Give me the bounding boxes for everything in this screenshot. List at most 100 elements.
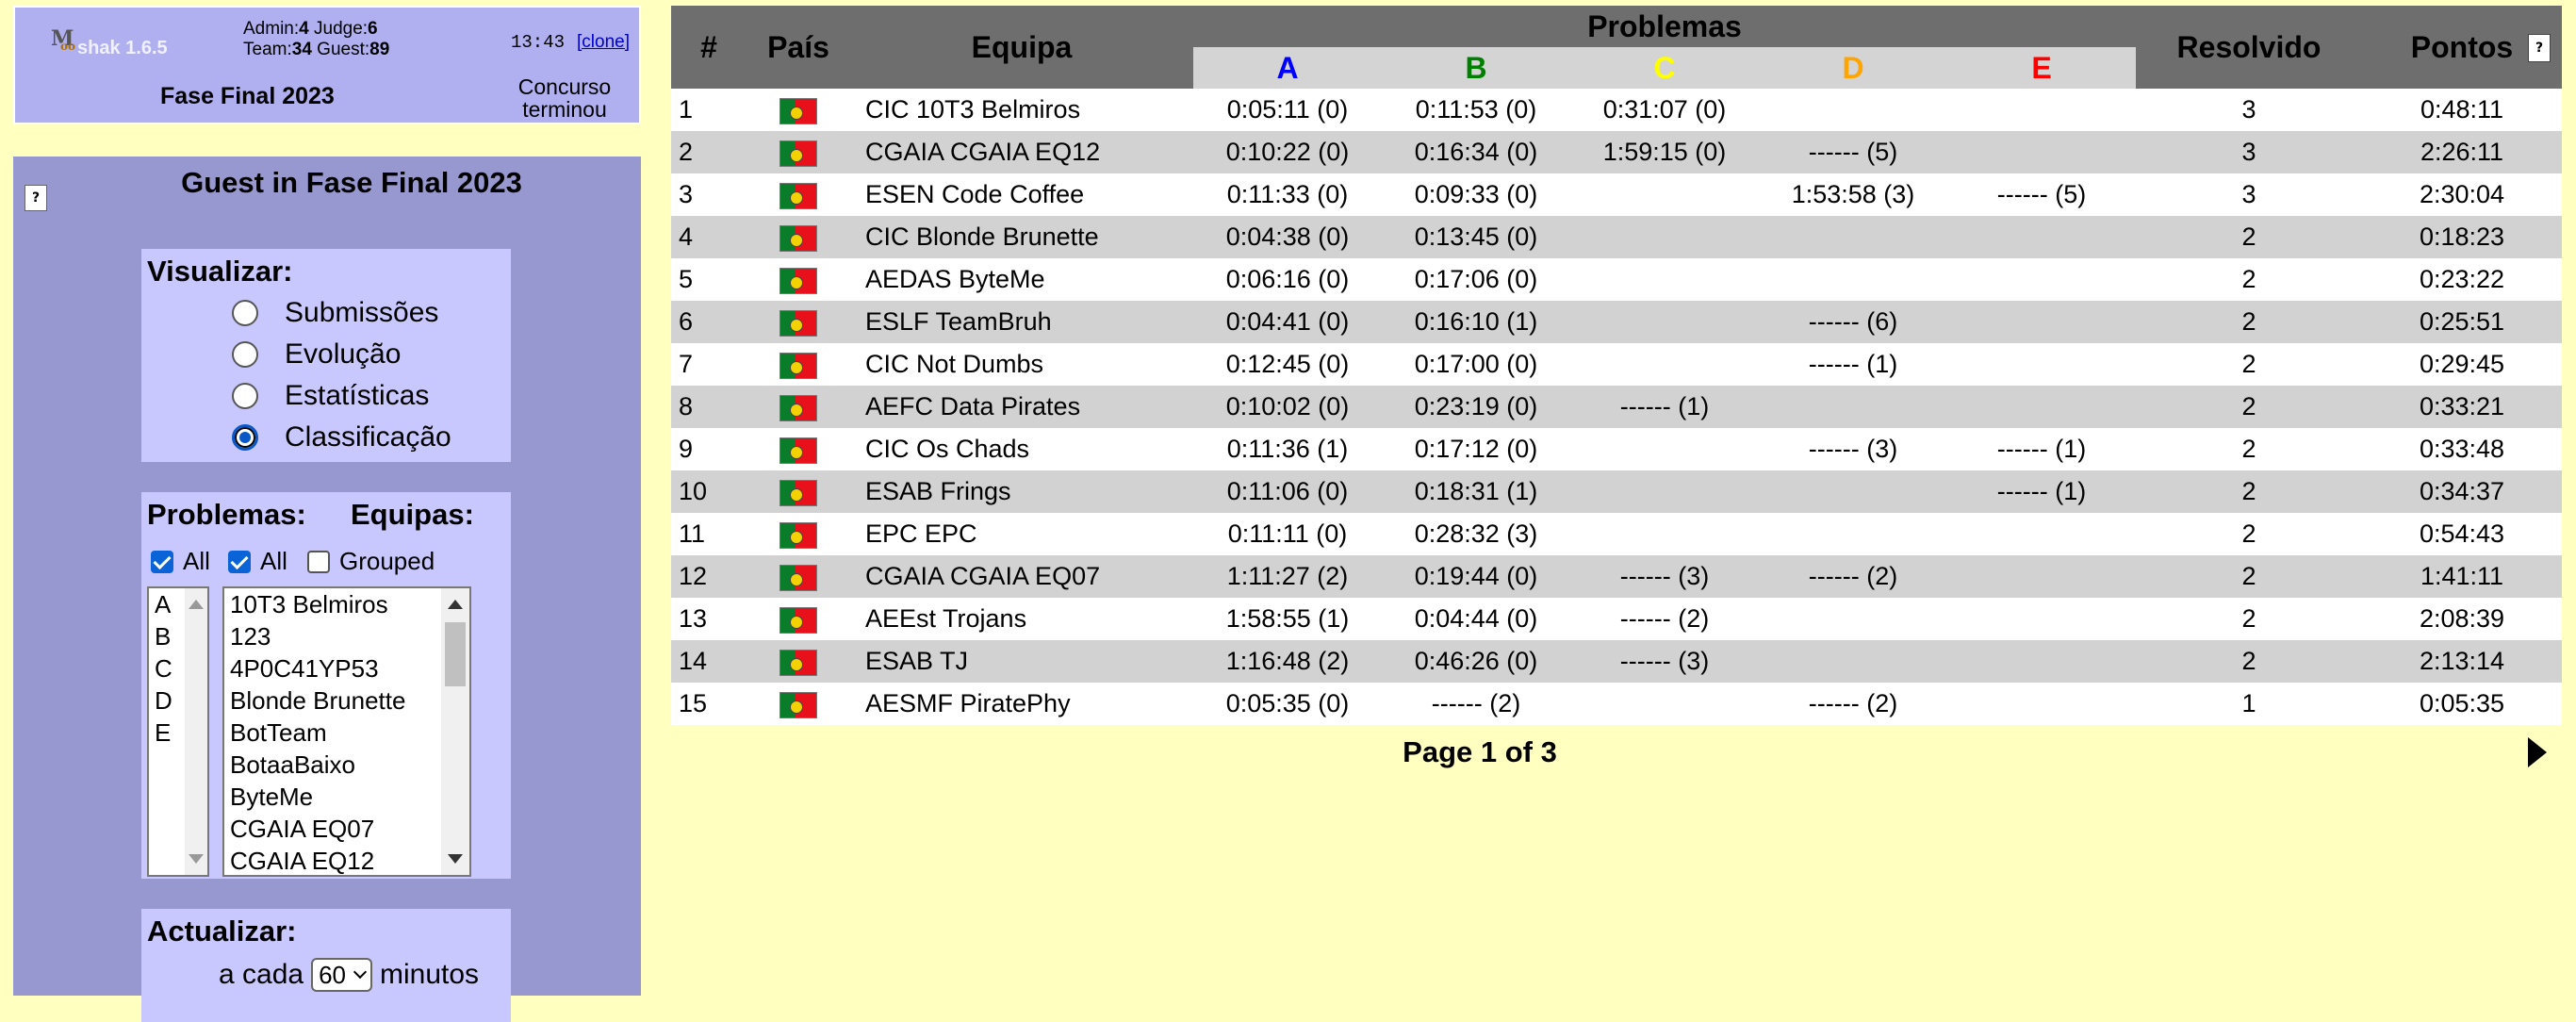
table-row: 7 CIC Not Dumbs 0:12:45 (0) 0:17:00 (0) ----… (671, 343, 2562, 386)
list-item[interactable]: 10T3 Belmiros (230, 588, 469, 620)
problem-b-cell: 0:16:10 (1) (1382, 301, 1570, 343)
team-cell: ESEN Code Coffee (850, 173, 1193, 216)
problems-filter-title: Problemas: (147, 498, 306, 531)
solved-cell: 2 (2136, 555, 2362, 598)
radio-icon[interactable] (232, 383, 258, 409)
portugal-flag-icon (779, 140, 817, 167)
problem-c-cell (1570, 470, 1759, 513)
mooshak-logo: Moo shak 1.6.5 (36, 21, 224, 58)
scoreboard-table: # País Equipa Problemas Resolvido Pontos… (671, 6, 2562, 725)
points-cell: 0:33:48 (2362, 428, 2562, 470)
scrollbar[interactable] (185, 588, 207, 875)
country-cell (747, 258, 850, 301)
view-option-classificacao[interactable]: Classificação (232, 419, 451, 456)
scrollbar[interactable] (441, 588, 469, 875)
list-item[interactable]: CGAIA EQ12 (230, 845, 469, 875)
team-count: 34 (291, 40, 312, 59)
scroll-down-icon[interactable] (448, 854, 463, 864)
country-cell (747, 386, 850, 428)
app-version: shak 1.6.5 (77, 38, 168, 58)
refresh-suffix: minutos (380, 959, 480, 990)
problem-a-cell: 0:04:38 (0) (1193, 216, 1382, 258)
problem-d-cell: 1:53:58 (3) (1759, 173, 1947, 216)
problem-b-cell: 0:19:44 (0) (1382, 555, 1570, 598)
problem-b-cell: 0:28:32 (3) (1382, 513, 1570, 555)
team-cell: ESAB Frings (850, 470, 1193, 513)
next-page-icon[interactable] (2528, 737, 2547, 767)
problem-b-cell: 0:11:53 (0) (1382, 89, 1570, 131)
teams-filter-title: Equipas: (351, 498, 474, 531)
portugal-flag-icon (779, 649, 817, 676)
refresh-title: Actualizar: (147, 915, 297, 948)
checkbox-checked-icon[interactable] (151, 550, 173, 573)
problems-all-checkbox[interactable]: All (151, 547, 210, 576)
list-item[interactable]: BotaaBaixo (230, 749, 469, 781)
points-cell: 0:23:22 (2362, 258, 2562, 301)
problem-c-cell (1570, 343, 1759, 386)
problem-c-cell (1570, 428, 1759, 470)
problem-e-cell (1947, 513, 2136, 555)
view-option-submissoes[interactable]: Submissões (232, 294, 438, 332)
teams-all-checkbox[interactable]: All (228, 547, 287, 576)
problem-d-cell (1759, 513, 1947, 555)
portugal-flag-icon (779, 224, 817, 252)
problem-b-cell: 0:23:19 (0) (1382, 386, 1570, 428)
help-icon[interactable]: ? (2528, 34, 2551, 62)
rank-cell: 13 (671, 598, 747, 640)
solved-cell: 2 (2136, 258, 2362, 301)
team-cell: AESMF PiratePhy (850, 683, 1193, 725)
grouped-checkbox[interactable]: Grouped (307, 547, 435, 576)
view-option-estatisticas[interactable]: Estatísticas (232, 377, 429, 415)
side-panel: ? Guest in Fase Final 2023 Visualizar: S… (13, 157, 641, 1022)
solved-cell: 3 (2136, 173, 2362, 216)
radio-icon[interactable] (232, 341, 258, 368)
scroll-up-icon[interactable] (448, 600, 463, 609)
team-cell: CIC 10T3 Belmiros (850, 89, 1193, 131)
problem-d-cell: ------ (5) (1759, 131, 1947, 173)
checkbox-unchecked-icon[interactable] (307, 550, 330, 573)
table-row: 13 AEEst Trojans 1:58:55 (1) 0:04:44 (0) ---… (671, 598, 2562, 640)
problem-letter-a: A (1193, 47, 1382, 89)
scroll-down-icon[interactable] (189, 854, 204, 864)
rank-cell: 6 (671, 301, 747, 343)
solved-cell: 2 (2136, 598, 2362, 640)
problem-b-cell: 0:46:26 (0) (1382, 640, 1570, 683)
problem-d-cell: ------ (2) (1759, 683, 1947, 725)
problems-listbox[interactable]: A B C D E (147, 586, 209, 877)
list-item[interactable]: CGAIA EQ07 (230, 813, 469, 845)
problem-a-cell: 0:10:22 (0) (1193, 131, 1382, 173)
clone-link[interactable]: [clone] (577, 32, 630, 53)
solved-cell: 1 (2136, 683, 2362, 725)
radio-selected-icon[interactable] (232, 424, 258, 451)
team-cell: CGAIA CGAIA EQ12 (850, 131, 1193, 173)
problem-letter-e: E (1947, 47, 2136, 89)
table-row: 3 ESEN Code Coffee 0:11:33 (0) 0:09:33 (0) 1… (671, 173, 2562, 216)
view-title: Visualizar: (147, 255, 293, 288)
list-item[interactable]: BotTeam (230, 717, 469, 749)
col-header-solved: Resolvido (2136, 6, 2362, 89)
scroll-up-icon[interactable] (189, 600, 204, 609)
points-cell: 2:30:04 (2362, 173, 2562, 216)
header-panel: Moo shak 1.6.5 Admin:4 Judge:6 Team:34 G… (13, 6, 641, 124)
radio-icon[interactable] (232, 300, 258, 326)
scroll-thumb[interactable] (445, 622, 466, 686)
problem-b-cell: 0:18:31 (1) (1382, 470, 1570, 513)
problem-a-cell: 0:11:36 (1) (1193, 428, 1382, 470)
points-cell: 0:34:37 (2362, 470, 2562, 513)
problem-c-cell (1570, 258, 1759, 301)
country-cell (747, 428, 850, 470)
points-cell: 2:08:39 (2362, 598, 2562, 640)
problem-b-cell: 0:17:12 (0) (1382, 428, 1570, 470)
list-item[interactable]: 4P0C41YP53 (230, 652, 469, 684)
refresh-interval-select[interactable]: 60 (311, 958, 372, 992)
points-cell: 0:18:23 (2362, 216, 2562, 258)
rank-cell: 3 (671, 173, 747, 216)
teams-listbox[interactable]: 10T3 Belmiros 123 4P0C41YP53 Blonde Brun… (222, 586, 471, 877)
view-option-evolucao[interactable]: Evolução (232, 336, 401, 373)
list-item[interactable]: ByteMe (230, 781, 469, 813)
list-item[interactable]: Blonde Brunette (230, 684, 469, 717)
rank-cell: 7 (671, 343, 747, 386)
list-item[interactable]: 123 (230, 620, 469, 652)
country-cell (747, 640, 850, 683)
checkbox-checked-icon[interactable] (228, 550, 251, 573)
